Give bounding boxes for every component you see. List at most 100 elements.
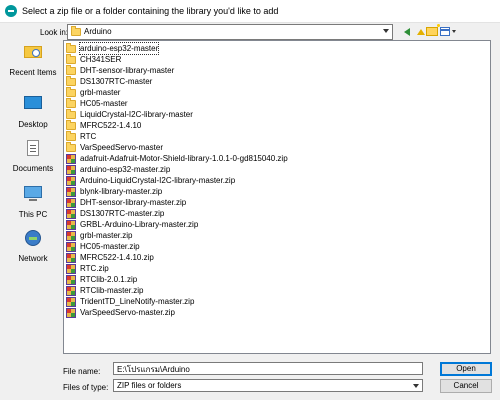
chevron-down-icon <box>452 30 456 33</box>
list-item[interactable]: RTC.zip <box>66 263 109 274</box>
place-label: Desktop <box>18 120 48 129</box>
look-in-value: Arduino <box>84 27 112 36</box>
list-item[interactable]: RTClib-2.0.1.zip <box>66 274 137 285</box>
list-item[interactable]: DHT-sensor-library-master.zip <box>66 197 186 208</box>
list-item[interactable]: HC05-master <box>66 97 128 109</box>
look-in-dropdown[interactable]: Arduino <box>67 24 393 40</box>
file-type-label: Files of type: <box>63 383 109 392</box>
file-name: adafruit-Adafruit-Motor-Shield-library-1… <box>80 154 288 163</box>
file-name: DHT-sensor-library-master <box>80 66 175 75</box>
list-item[interactable]: VarSpeedServo-master <box>66 141 163 153</box>
list-item[interactable]: adafruit-Adafruit-Motor-Shield-library-1… <box>66 153 288 164</box>
view-menu-icon <box>440 27 450 36</box>
file-name: GRBL-Arduino-Library-master.zip <box>80 220 199 229</box>
chevron-down-icon <box>383 29 389 33</box>
arduino-app-icon <box>5 5 17 17</box>
list-item[interactable]: arduino-esp32-master <box>66 42 160 55</box>
list-item[interactable]: TridentTD_LineNotify-master.zip <box>66 296 194 307</box>
zip-file-icon <box>66 230 76 241</box>
place-recent-items[interactable]: Recent Items <box>4 44 62 84</box>
zip-file-icon <box>66 263 76 274</box>
place-network[interactable]: Network <box>4 230 62 270</box>
network-icon <box>24 230 42 246</box>
file-name: RTC.zip <box>80 264 109 273</box>
list-item[interactable]: DS1307RTC-master.zip <box>66 208 164 219</box>
file-name: blynk-library-master.zip <box>80 187 163 196</box>
file-name: HC05-master <box>80 99 128 108</box>
list-item[interactable]: RTClib-master.zip <box>66 285 143 296</box>
list-item[interactable]: Arduino-LiquidCrystal-I2C-library-master… <box>66 175 235 186</box>
folder-icon <box>66 119 76 130</box>
list-item[interactable]: HC05-master.zip <box>66 241 140 252</box>
open-button[interactable]: Open <box>440 362 492 376</box>
list-item[interactable]: blynk-library-master.zip <box>66 186 162 197</box>
folder-icon <box>66 141 76 152</box>
list-item[interactable]: VarSpeedServo-master.zip <box>66 307 175 318</box>
back-arrow-icon <box>403 27 410 36</box>
list-item[interactable]: CH341SER <box>66 53 121 65</box>
places-bar: Recent Items Desktop Documents This PC N… <box>4 44 62 354</box>
zip-file-icon <box>66 219 76 230</box>
file-name: Arduino-LiquidCrystal-I2C-library-master… <box>80 176 236 185</box>
list-item[interactable]: LiquidCrystal-I2C-library-master <box>66 108 193 120</box>
folder-icon <box>66 86 76 97</box>
zip-file-icon <box>66 208 76 219</box>
file-name: grbl-master.zip <box>80 231 133 240</box>
list-item[interactable]: MFRC522-1.4.10 <box>66 119 141 131</box>
folder-icon <box>66 130 76 141</box>
place-label: Network <box>18 254 48 263</box>
list-item[interactable]: GRBL-Arduino-Library-master.zip <box>66 219 198 230</box>
folder-icon <box>66 42 76 53</box>
file-name: DS1307RTC-master.zip <box>80 209 165 218</box>
folder-icon <box>66 108 76 119</box>
zip-file-icon <box>66 164 76 175</box>
list-item[interactable]: DHT-sensor-library-master <box>66 64 175 76</box>
place-desktop[interactable]: Desktop <box>4 96 62 136</box>
zip-file-icon <box>66 153 76 164</box>
file-name-input[interactable]: E:\โปรแกรม\Arduino <box>113 362 423 375</box>
folder-icon <box>66 97 76 108</box>
zip-file-icon <box>66 186 76 197</box>
list-item[interactable]: DS1307RTC-master <box>66 75 153 87</box>
file-name: TridentTD_LineNotify-master.zip <box>80 297 195 306</box>
file-type-select[interactable]: ZIP files or folders <box>113 379 423 392</box>
zip-file-icon <box>66 274 76 285</box>
folder-icon <box>71 26 81 36</box>
zip-file-icon <box>66 241 76 252</box>
list-item[interactable]: grbl-master <box>66 86 120 98</box>
new-folder-icon <box>425 24 440 36</box>
place-this-pc[interactable]: This PC <box>4 186 62 226</box>
zip-file-icon <box>66 252 76 263</box>
zip-file-icon <box>66 175 76 186</box>
file-name: DS1307RTC-master <box>80 77 153 86</box>
place-label: This PC <box>18 210 48 219</box>
back-button[interactable] <box>399 24 414 39</box>
file-name: arduino-esp32-master.zip <box>80 165 171 174</box>
place-label: Recent Items <box>9 68 57 77</box>
chevron-down-icon <box>413 384 419 388</box>
file-name: VarSpeedServo-master.zip <box>80 308 176 317</box>
list-item[interactable]: RTC <box>66 130 96 142</box>
view-menu-button[interactable] <box>438 24 458 39</box>
recent-items-icon <box>24 44 42 60</box>
zip-file-icon <box>66 307 76 318</box>
file-type-value: ZIP files or folders <box>117 381 182 390</box>
window-title: Select a zip file or a folder containing… <box>22 6 279 16</box>
file-name: MFRC522-1.4.10.zip <box>80 253 154 262</box>
new-folder-button[interactable] <box>424 24 440 39</box>
place-documents[interactable]: Documents <box>4 140 62 180</box>
zip-file-icon <box>66 197 76 208</box>
file-list[interactable]: arduino-esp32-master CH341SER DHT-sensor… <box>63 40 491 354</box>
list-item[interactable]: arduino-esp32-master.zip <box>66 164 170 175</box>
file-name: LiquidCrystal-I2C-library-master <box>80 110 193 119</box>
zip-file-icon <box>66 285 76 296</box>
list-item[interactable]: MFRC522-1.4.10.zip <box>66 252 154 263</box>
file-name: RTClib-master.zip <box>80 286 144 295</box>
file-name: HC05-master.zip <box>80 242 140 251</box>
file-name-label: File name: <box>63 367 101 376</box>
cancel-button[interactable]: Cancel <box>440 379 492 393</box>
documents-icon <box>24 140 42 156</box>
list-item[interactable]: grbl-master.zip <box>66 230 132 241</box>
this-pc-icon <box>24 186 42 202</box>
place-label: Documents <box>12 164 54 173</box>
